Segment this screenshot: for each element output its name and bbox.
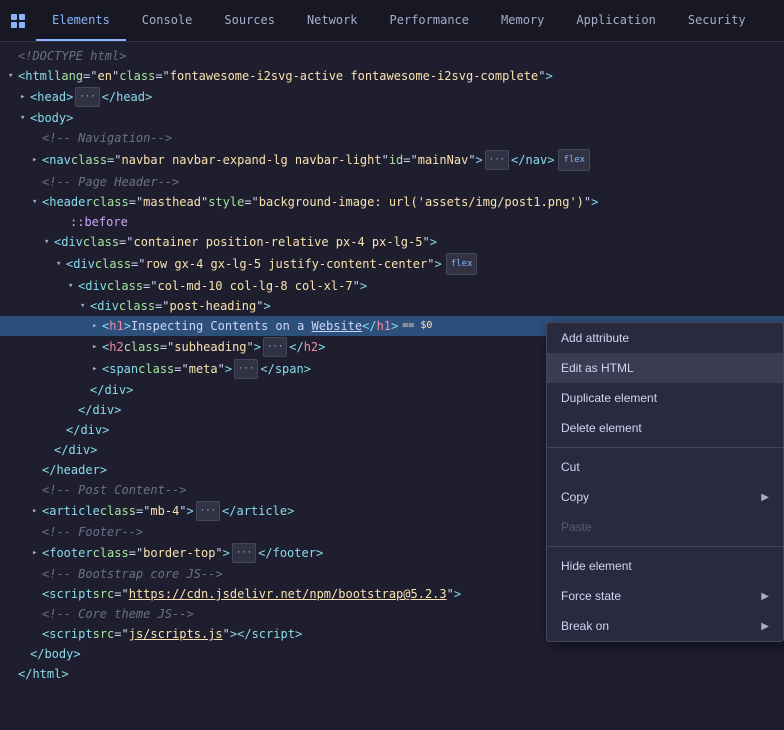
copy-arrow-icon: ▶: [761, 492, 769, 503]
head-line[interactable]: <head> ··· </head>: [0, 86, 784, 108]
tab-network[interactable]: Network: [291, 0, 374, 41]
nav-line[interactable]: <nav class="navbar navbar-expand-lg navb…: [0, 148, 784, 172]
tab-memory[interactable]: Memory: [485, 0, 560, 41]
context-menu: Add attribute Edit as HTML Duplicate ele…: [546, 322, 784, 642]
force-state-arrow-icon: ▶: [761, 591, 769, 602]
ctx-edit-as-html[interactable]: Edit as HTML: [547, 353, 783, 383]
ctx-separator-1: [547, 447, 783, 448]
ctx-separator-2: [547, 546, 783, 547]
ctx-force-state[interactable]: Force state ▶: [547, 581, 783, 611]
div-row-line[interactable]: <div class="row gx-4 gx-lg-5 justify-con…: [0, 252, 784, 276]
tab-console[interactable]: Console: [126, 0, 209, 41]
elements-panel: <!DOCTYPE html> <html lang="en" class="f…: [0, 42, 784, 730]
ctx-delete-element[interactable]: Delete element: [547, 413, 783, 443]
div-post-heading-line[interactable]: <div class="post-heading">: [0, 296, 784, 316]
tab-performance[interactable]: Performance: [374, 0, 485, 41]
doctype-line: <!DOCTYPE html>: [0, 46, 784, 66]
ctx-add-attribute[interactable]: Add attribute: [547, 323, 783, 353]
body-open-line[interactable]: <body>: [0, 108, 784, 128]
close-body-line: </body>: [0, 644, 784, 664]
header-line[interactable]: <header class="masthead" style="backgrou…: [0, 192, 784, 212]
tab-sources[interactable]: Sources: [208, 0, 291, 41]
break-on-arrow-icon: ▶: [761, 621, 769, 632]
ctx-duplicate-element[interactable]: Duplicate element: [547, 383, 783, 413]
html-line[interactable]: <html lang="en" class="fontawesome-i2svg…: [0, 66, 784, 86]
ctx-break-on[interactable]: Break on ▶: [547, 611, 783, 641]
tab-application[interactable]: Application: [560, 0, 671, 41]
close-html-line: </html>: [0, 664, 784, 684]
ctx-paste: Paste: [547, 512, 783, 542]
devtools-icon: [0, 0, 36, 41]
tab-bar: Elements Console Sources Network Perform…: [0, 0, 784, 42]
ctx-copy[interactable]: Copy ▶: [547, 482, 783, 512]
tab-security[interactable]: Security: [672, 0, 762, 41]
header-comment-line: <!-- Page Header-->: [0, 172, 784, 192]
div-container-line[interactable]: <div class="container position-relative …: [0, 232, 784, 252]
ctx-cut[interactable]: Cut: [547, 452, 783, 482]
div-col-line[interactable]: <div class="col-md-10 col-lg-8 col-xl-7"…: [0, 276, 784, 296]
tab-elements[interactable]: Elements: [36, 0, 126, 41]
before-pseudo-line: ::before: [0, 212, 784, 232]
ctx-hide-element[interactable]: Hide element: [547, 551, 783, 581]
nav-comment-line: <!-- Navigation-->: [0, 128, 784, 148]
